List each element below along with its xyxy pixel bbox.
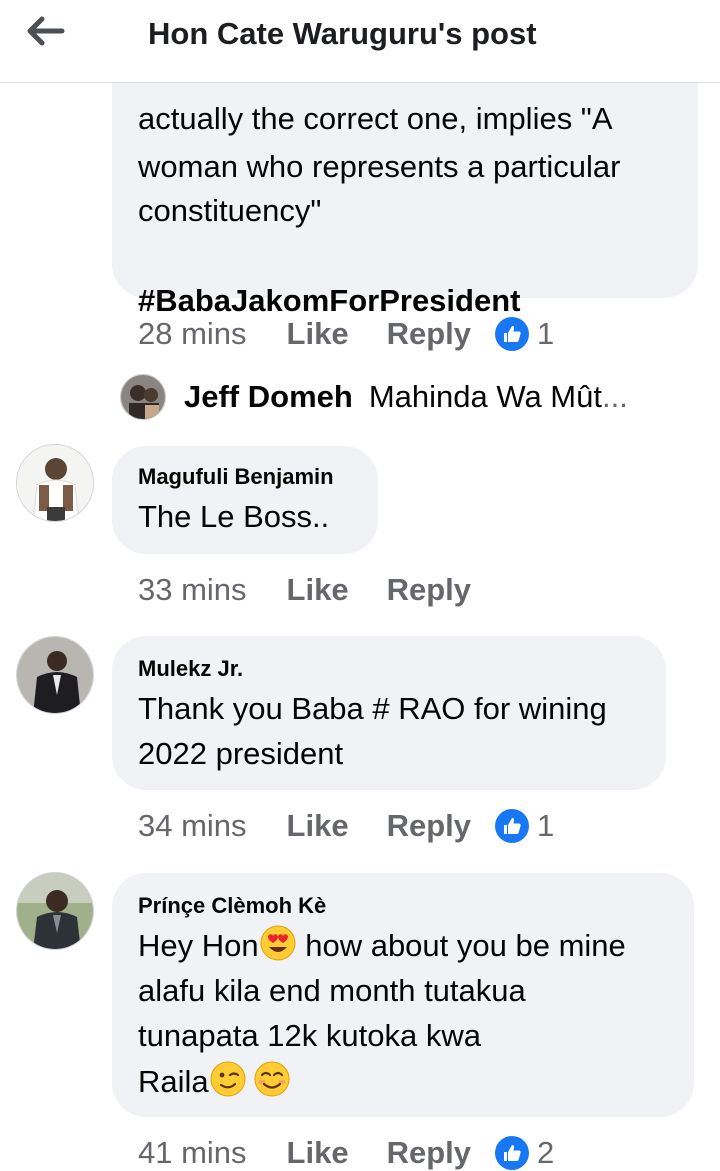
arrow-left-icon <box>27 16 65 46</box>
comment-text-line: 2022 president <box>138 736 344 771</box>
comment-bubble[interactable]: Prínçe Clèmoh Kè Hey Hon how about you b… <box>112 873 694 1117</box>
comment-time[interactable]: 28 mins <box>138 316 247 352</box>
comment-text-line: Hey Hon how about you be mine <box>138 923 626 968</box>
comment-actions: 33 mins Like Reply <box>138 570 471 610</box>
avatar[interactable] <box>16 636 94 714</box>
like-button[interactable]: Like <box>287 1135 349 1171</box>
avatar[interactable] <box>16 872 94 950</box>
comment-actions: 41 mins Like Reply 2 <box>138 1133 554 1171</box>
comment-text-line: tunapata 12k kutoka kwa <box>138 1018 481 1053</box>
avatar <box>120 374 166 420</box>
thumbs-up-icon <box>495 809 529 843</box>
comment-text-line: woman who represents a particular <box>138 149 621 184</box>
reply-ellipsis: ... <box>601 379 628 414</box>
comment-time[interactable]: 33 mins <box>138 572 247 608</box>
comment-time[interactable]: 34 mins <box>138 808 247 844</box>
comment-bubble[interactable]: Magufuli Benjamin The Le Boss.. <box>112 446 378 554</box>
reaction-summary[interactable]: 1 <box>495 316 554 352</box>
reaction-count: 2 <box>537 1135 555 1170</box>
post-comments-page: Hon Cate Waruguru's post actually the co… <box>0 0 720 1171</box>
comment-text-line: Thank you Baba # RAO for wining <box>138 691 607 726</box>
avatar[interactable] <box>16 444 94 522</box>
comment-text-line: constituency" <box>138 193 322 228</box>
like-button[interactable]: Like <box>287 316 349 352</box>
comment-bubble[interactable]: Mulekz Jr. Thank you Baba # RAO for wini… <box>112 636 666 790</box>
comment-author[interactable]: Magufuli Benjamin <box>138 464 334 490</box>
top-bar: Hon Cate Waruguru's post <box>0 0 720 83</box>
comment-author[interactable]: Mulekz Jr. <box>138 656 243 682</box>
wink-emoji <box>210 1061 246 1097</box>
comment-text-segment: Raila <box>138 1064 209 1099</box>
thumbs-up-icon <box>495 1136 529 1170</box>
comment-text-line: The Le Boss.. <box>138 499 330 534</box>
comment-actions: 34 mins Like Reply 1 <box>138 806 554 846</box>
reply-button[interactable]: Reply <box>387 808 471 844</box>
comment-text-line: Raila <box>138 1059 291 1104</box>
comment-actions: 28 mins Like Reply 1 <box>138 314 554 354</box>
reply-button[interactable]: Reply <box>387 316 471 352</box>
reply-preview[interactable]: Jeff Domeh Mahinda Wa Mût ... <box>120 372 628 422</box>
reaction-count: 1 <box>537 808 555 843</box>
like-button[interactable]: Like <box>287 572 349 608</box>
comment-time[interactable]: 41 mins <box>138 1135 247 1171</box>
comment-text-segment: how about you be mine <box>296 928 626 963</box>
reaction-summary[interactable]: 2 <box>495 1135 554 1171</box>
page-title: Hon Cate Waruguru's post <box>148 16 537 51</box>
reaction-summary[interactable]: 1 <box>495 808 554 844</box>
comment-text-partial: actually the correct one, implies "A <box>138 101 613 136</box>
heart-eyes-emoji <box>260 925 296 961</box>
comment-text-segment: Hey Hon <box>138 928 259 963</box>
back-button[interactable] <box>22 10 78 54</box>
comment-text-line: alafu kila end month tutakua <box>138 973 526 1008</box>
comment-author[interactable]: Prínçe Clèmoh Kè <box>138 893 326 919</box>
thumbs-up-icon <box>495 317 529 351</box>
reply-text: Mahinda Wa Mût <box>368 379 602 414</box>
reply-button[interactable]: Reply <box>387 1135 471 1171</box>
reply-author[interactable]: Jeff Domeh <box>184 379 353 415</box>
reaction-count: 1 <box>537 316 555 351</box>
smiling-emoji <box>254 1061 290 1097</box>
like-button[interactable]: Like <box>287 808 349 844</box>
reply-button[interactable]: Reply <box>387 572 471 608</box>
